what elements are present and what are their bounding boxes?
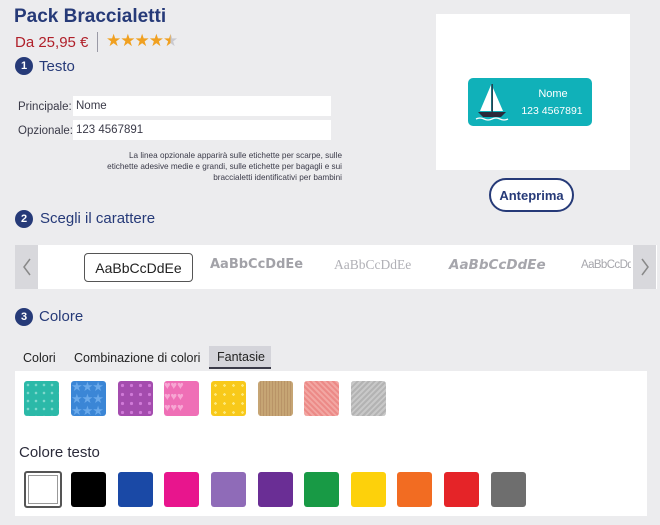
optional-text-label: Opzionale: [18,125,73,137]
pattern-swatch-purple-floral[interactable] [118,381,153,416]
text-color-lavender[interactable] [211,472,246,507]
step-label: Testo [39,58,75,75]
text-color-grey[interactable] [491,472,526,507]
pattern-swatch-teal-dots[interactable] [24,381,59,416]
text-color-purple[interactable] [258,472,293,507]
font-option[interactable]: AaBbCcDdEe [449,257,546,273]
preview-name-text: Nome [538,88,568,100]
text-color-blue[interactable] [118,472,153,507]
optional-line-note: La linea opzionale apparirà sulle etiche… [107,151,342,183]
preview-number-text: 123 4567891 [521,105,583,117]
text-color-black[interactable] [71,472,106,507]
preview-button[interactable]: Anteprima [489,178,574,212]
pattern-swatch-kraft[interactable] [258,381,293,416]
font-option[interactable]: AaBbCcDdEe [210,257,303,272]
pattern-swatch-coral[interactable] [304,381,339,416]
text-color-magenta[interactable] [164,472,199,507]
star-icon: ★ [120,31,135,50]
pattern-swatch-yellow-dots[interactable] [211,381,246,416]
text-color-red[interactable] [444,472,479,507]
chevron-left-icon [22,258,31,276]
step-label: Colore [39,308,84,325]
rating-stars[interactable]: ★★★★★ [106,31,178,51]
text-color-orange[interactable] [397,472,432,507]
tab-colori[interactable]: Colori [15,346,64,369]
pattern-swatch-pink-hearts[interactable]: ♥♥♥ ♥♥♥ ♥♥♥ [164,381,199,416]
star-icon: ★ [148,31,164,50]
main-text-label: Principale: [18,101,72,113]
step-number: 1 [15,57,33,75]
step-number: 2 [15,210,33,228]
font-option[interactable]: AaBbCcDd [581,259,631,271]
chevron-right-icon [640,258,649,276]
star-icon: ★ [134,31,150,50]
product-title: Pack Braccialetti [14,6,167,27]
main-text-input[interactable] [73,96,331,116]
text-color-white-selected[interactable] [24,471,62,508]
price-divider [97,32,98,52]
carousel-next-button[interactable] [633,245,656,289]
tab-combinazione-colori[interactable]: Combinazione di colori [66,346,208,369]
tab-fantasie[interactable]: Fantasie [209,346,271,369]
star-half-icon: ★ [163,31,178,50]
text-color-heading: Colore testo [19,444,100,461]
pattern-swatch-grey[interactable] [351,381,386,416]
star-icon: ★ [106,31,121,50]
text-color-yellow[interactable] [351,472,386,507]
product-price: Da 25,95 € [15,34,89,51]
pattern-swatch-blue-stars[interactable]: ★★★ ★★★ ★★★ [71,381,106,416]
text-color-green[interactable] [304,472,339,507]
font-option-selected[interactable]: AaBbCcDdEe [84,253,193,282]
font-option[interactable]: AaBbCcDdEe [334,257,411,273]
sailboat-icon [475,84,509,121]
step-label: Scegli il carattere [40,210,156,227]
step-number: 3 [15,308,33,326]
optional-text-input[interactable] [73,120,331,140]
carousel-prev-button[interactable] [15,245,38,289]
